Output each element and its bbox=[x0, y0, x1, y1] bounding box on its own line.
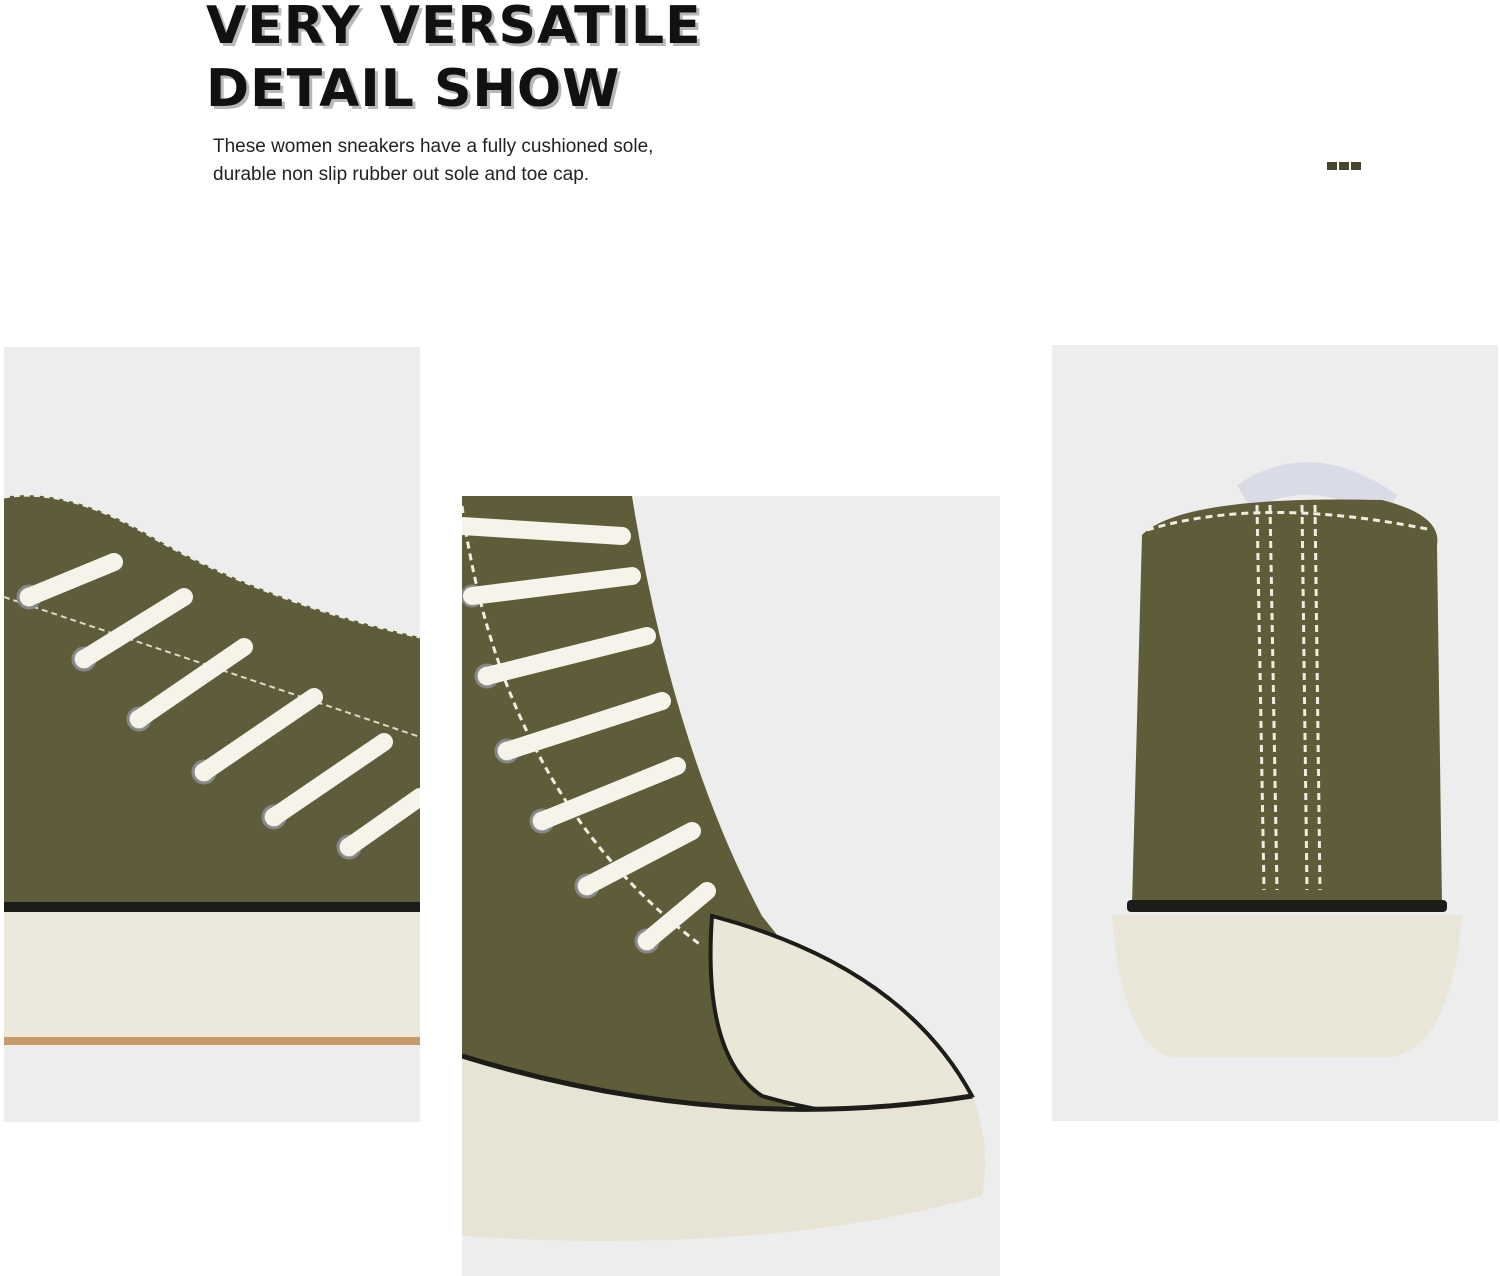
sneaker-side-image bbox=[4, 347, 420, 1122]
description-line-2: durable non slip rubber out sole and toe… bbox=[213, 164, 590, 185]
photo-heel-back-view bbox=[1052, 345, 1498, 1121]
sneaker-toe-image bbox=[462, 496, 1000, 1276]
title-line-1: VERY VERSATILE bbox=[206, 0, 702, 56]
description: These women sneakers have a fully cushio… bbox=[213, 133, 653, 189]
swatch-dot bbox=[1327, 162, 1337, 170]
photo-side-lace-closeup bbox=[4, 347, 420, 1122]
title-line-2: DETAIL SHOW bbox=[206, 59, 621, 119]
color-swatch-dots bbox=[1327, 162, 1361, 170]
swatch-dot bbox=[1351, 162, 1361, 170]
description-line-1: These women sneakers have a fully cushio… bbox=[213, 136, 654, 157]
sneaker-heel-image bbox=[1052, 345, 1498, 1121]
swatch-dot bbox=[1339, 162, 1349, 170]
photo-toe-cap-closeup bbox=[462, 496, 1000, 1276]
